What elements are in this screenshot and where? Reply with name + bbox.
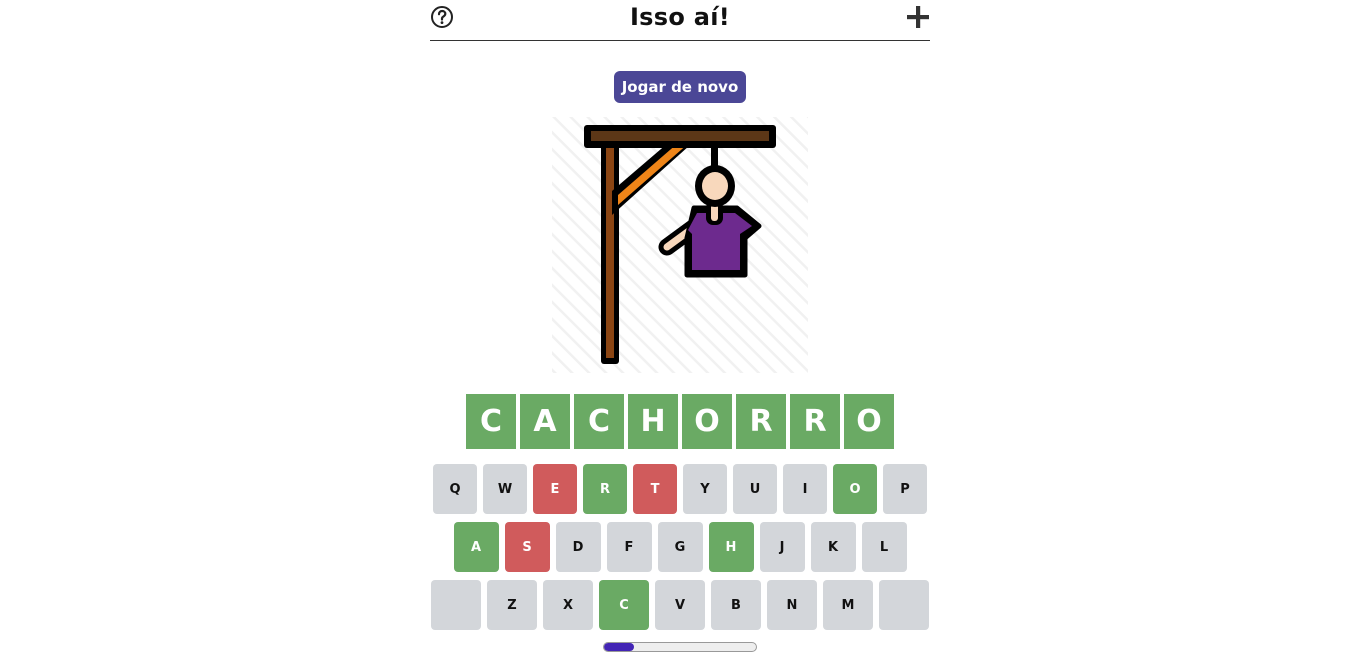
key-f[interactable]: F	[606, 522, 652, 572]
letter-tile: C	[466, 394, 516, 449]
progress-bar	[603, 642, 757, 652]
key-z[interactable]: Z	[487, 580, 537, 630]
key-g[interactable]: G	[657, 522, 703, 572]
key-x[interactable]: X	[543, 580, 593, 630]
key-m[interactable]: M	[823, 580, 873, 630]
key-o[interactable]: O	[833, 464, 877, 514]
key-l[interactable]: L	[861, 522, 907, 572]
play-again-button[interactable]: Jogar de novo	[614, 71, 746, 103]
key-j[interactable]: J	[759, 522, 805, 572]
key-w[interactable]: W	[483, 464, 527, 514]
key-b[interactable]: B	[711, 580, 761, 630]
page-title: Isso aí!	[629, 3, 731, 31]
keyboard-row: ZXCVBNM	[430, 580, 930, 630]
hangman-illustration	[552, 117, 808, 373]
key-c[interactable]: C	[599, 580, 649, 630]
key-y[interactable]: Y	[683, 464, 727, 514]
key-p[interactable]: P	[883, 464, 927, 514]
letter-tile: H	[628, 394, 678, 449]
game-app: Isso aí! Jogar de novo C A C H O R R O Q…	[430, 0, 930, 653]
letter-tile: R	[736, 394, 786, 449]
key-t[interactable]: T	[633, 464, 677, 514]
letter-tile: R	[790, 394, 840, 449]
key-e[interactable]: E	[533, 464, 577, 514]
key-n[interactable]: N	[767, 580, 817, 630]
key-s[interactable]: S	[504, 522, 550, 572]
progress-fill	[604, 643, 635, 651]
letter-tile: O	[682, 394, 732, 449]
letter-tile: C	[574, 394, 624, 449]
plus-icon[interactable]	[906, 5, 930, 29]
key-i[interactable]: I	[783, 464, 827, 514]
key-d[interactable]: D	[555, 522, 601, 572]
backspace-key[interactable]	[879, 580, 929, 630]
keyboard-row: QWERTYUIOP	[430, 464, 930, 514]
letter-tile: A	[520, 394, 570, 449]
keyboard-row: ASDFGHJKL	[430, 522, 930, 572]
key-h[interactable]: H	[708, 522, 754, 572]
key-k[interactable]: K	[810, 522, 856, 572]
key-u[interactable]: U	[733, 464, 777, 514]
key-a[interactable]: A	[453, 522, 499, 572]
letter-tile: O	[844, 394, 894, 449]
word-display: CACHORRO	[466, 394, 894, 449]
header: Isso aí!	[430, 0, 930, 41]
key-q[interactable]: Q	[433, 464, 477, 514]
key-r[interactable]: R	[583, 464, 627, 514]
key-v[interactable]: V	[655, 580, 705, 630]
enter-key[interactable]	[431, 580, 481, 630]
